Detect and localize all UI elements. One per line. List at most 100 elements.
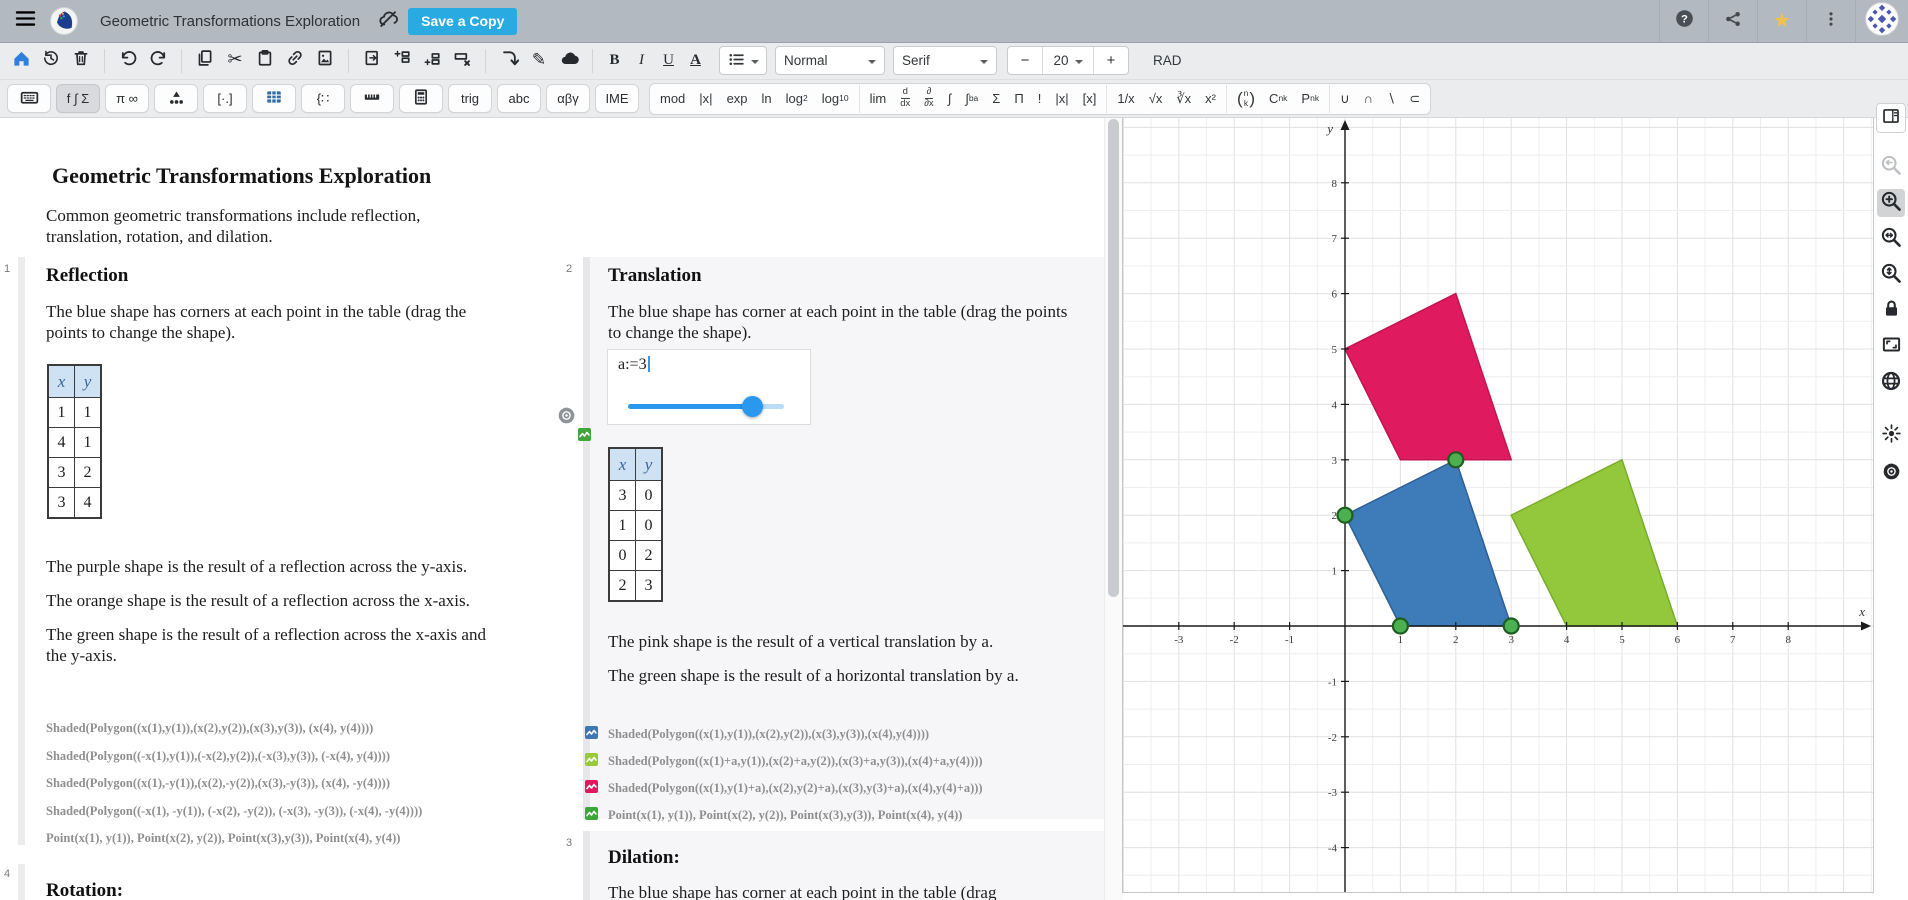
function--button[interactable]: ! <box>1031 84 1049 114</box>
function-lim-button[interactable]: lim <box>863 84 894 114</box>
reflection-formula-3[interactable]: Shaded(Polygon((x(1),-y(1)),(x(2),-y(2))… <box>46 776 422 804</box>
palette-piecewise-button[interactable]: {∷ <box>301 84 345 113</box>
app-logo[interactable] <box>50 7 78 35</box>
font-size-decrease-button[interactable]: − <box>1008 47 1042 74</box>
function-x-button[interactable]: √x <box>1142 84 1170 114</box>
fullscreen-button[interactable] <box>1877 333 1905 361</box>
reflection-point-row[interactable]: 34 <box>48 488 101 519</box>
table-cell[interactable]: 3 <box>48 458 75 488</box>
function--button[interactable]: ∪ <box>1333 84 1357 114</box>
kebab-button[interactable] <box>1807 0 1855 42</box>
save-a-copy-button[interactable]: Save a Copy <box>408 8 517 35</box>
function-log-button[interactable]: log2 <box>779 84 815 114</box>
paste-button[interactable] <box>250 46 280 76</box>
draggable-point[interactable] <box>1448 452 1463 467</box>
function-d-dx-button[interactable]: ddx <box>893 84 917 114</box>
bold-button[interactable]: B <box>601 47 628 74</box>
table-cell[interactable]: 2 <box>75 458 102 488</box>
delete-row-button[interactable] <box>447 46 477 76</box>
insert-row-above-button[interactable] <box>387 46 417 76</box>
palette-ime-button[interactable]: IME <box>595 84 639 113</box>
function-exp-button[interactable]: exp <box>720 84 755 114</box>
reflection-formula-4[interactable]: Shaded(Polygon((-x(1), -y(1)), (-x(2), -… <box>46 804 422 832</box>
palette-matrix-button[interactable]: [·.] <box>203 84 247 113</box>
table-cell[interactable]: 1 <box>48 398 75 428</box>
translation-points-table[interactable]: xy30100223 <box>608 447 663 602</box>
zoom-in-button[interactable] <box>1877 189 1905 217</box>
function--button[interactable]: ∫ <box>941 84 959 114</box>
cut-button[interactable]: ✂ <box>220 46 250 76</box>
font-size-select[interactable]: 20 <box>1042 47 1094 74</box>
text-color-button[interactable]: A <box>682 47 709 74</box>
capture-arrow-button[interactable] <box>494 46 524 76</box>
globe-button[interactable] <box>1877 369 1905 397</box>
hamburger-menu-button[interactable] <box>8 4 42 38</box>
palette-greek-button[interactable]: αβγ <box>546 84 590 113</box>
table-cell[interactable]: 4 <box>75 488 102 519</box>
scrollbar-thumb[interactable] <box>1108 119 1119 597</box>
reflection-formula-1[interactable]: Shaded(Polygon((x(1),y(1)),(x(2),y(2)),(… <box>46 721 422 749</box>
side-panel-toggle-button[interactable] <box>1876 103 1906 133</box>
trash-button[interactable] <box>66 46 96 76</box>
slider-card[interactable]: a:=3 <box>607 349 811 425</box>
paragraph-style-select[interactable]: Normal <box>775 46 885 75</box>
slider-expression[interactable]: a:=3 <box>618 356 650 374</box>
reflection-formula-5[interactable]: Point(x(1), y(1)), Point(x(2), y(2)), Po… <box>46 831 422 859</box>
function-ln-button[interactable]: ln <box>755 84 779 114</box>
function-binomial-button[interactable]: (nk) <box>1230 84 1262 114</box>
table-cell[interactable]: 0 <box>636 481 663 511</box>
table-cell[interactable]: 4 <box>48 428 75 458</box>
palette-constants-button[interactable]: π ∞ <box>105 84 149 113</box>
palette-table-button[interactable] <box>252 84 296 113</box>
user-avatar[interactable] <box>1856 0 1908 42</box>
translation-formula-4[interactable]: Point(x(1), y(1)), Point(x(2), y(2)), Po… <box>585 802 983 829</box>
function--button[interactable]: ∩ <box>1357 84 1380 114</box>
image-button[interactable] <box>310 46 340 76</box>
redo-button[interactable] <box>143 46 173 76</box>
insert-row-below-button[interactable] <box>417 46 447 76</box>
font-family-select[interactable]: Serif <box>893 46 997 75</box>
function-mod-button[interactable]: mod <box>653 84 692 114</box>
table-cell[interactable]: 0 <box>609 541 636 571</box>
reflection-point-row[interactable]: 32 <box>48 458 101 488</box>
home-button[interactable] <box>6 46 36 76</box>
translation-point-row[interactable]: 02 <box>609 541 662 571</box>
underline-button[interactable]: U <box>655 47 682 74</box>
help-button[interactable]: ? <box>1660 0 1708 42</box>
function-x-button[interactable]: [x] <box>1076 84 1104 114</box>
table-cell[interactable]: 1 <box>75 398 102 428</box>
insert-page-button[interactable] <box>357 46 387 76</box>
italic-button[interactable]: I <box>628 47 655 74</box>
function-x-button[interactable]: x² <box>1198 84 1223 114</box>
table-cell[interactable]: 3 <box>609 481 636 511</box>
undo-button[interactable] <box>113 46 143 76</box>
palette-trig-button[interactable]: trig <box>448 84 492 113</box>
palette-measure-button[interactable] <box>350 84 394 113</box>
function-x-button[interactable]: ∛x <box>1169 84 1198 114</box>
table-cell[interactable]: 1 <box>609 511 636 541</box>
function-log-button[interactable]: log10 <box>815 84 856 114</box>
palette-latin-button[interactable]: abc <box>497 84 541 113</box>
table-cell[interactable]: 2 <box>609 571 636 602</box>
share-button[interactable] <box>1709 0 1757 42</box>
reflection-point-row[interactable]: 41 <box>48 428 101 458</box>
draggable-point[interactable] <box>1504 619 1519 634</box>
graph-plot[interactable]: -3-2-112345678-4-3-2-112345678yx <box>1123 118 1873 892</box>
function--button[interactable]: ⊂ <box>1402 84 1427 114</box>
function-C-button[interactable]: Cnk <box>1262 84 1294 114</box>
zoom-fit-button[interactable] <box>1877 261 1905 289</box>
link-button[interactable] <box>280 46 310 76</box>
function--button[interactable]: Σ <box>985 84 1007 114</box>
table-cell[interactable]: 0 <box>636 511 663 541</box>
lock-button[interactable] <box>1877 297 1905 325</box>
translation-point-row[interactable]: 30 <box>609 481 662 511</box>
translation-point-row[interactable]: 23 <box>609 571 662 602</box>
function-1x-button[interactable]: 1/x <box>1110 84 1141 114</box>
reflection-point-row[interactable]: 11 <box>48 398 101 428</box>
function-P-button[interactable]: Pnk <box>1294 84 1326 114</box>
draggable-point[interactable] <box>1338 508 1353 523</box>
function--button[interactable]: ∖ <box>1380 84 1402 114</box>
list-style-select[interactable] <box>719 46 767 75</box>
translation-point-row[interactable]: 10 <box>609 511 662 541</box>
function-x-button[interactable]: |x| <box>1048 84 1075 114</box>
